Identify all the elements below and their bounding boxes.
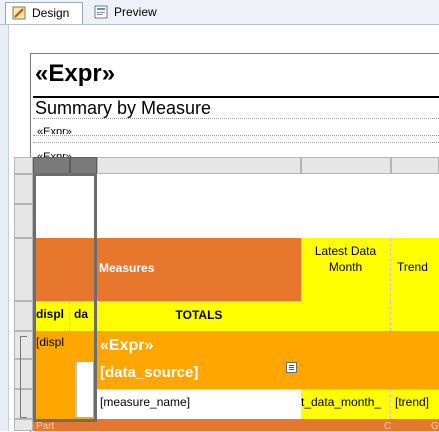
trend-field[interactable]: [trend]: [391, 389, 439, 419]
header-latest-data-month[interactable]: Latest Data Month: [301, 238, 391, 301]
table-empty-area[interactable]: [33, 174, 439, 238]
divider: [33, 142, 439, 143]
row-handle-8[interactable]: [14, 419, 33, 431]
row-handle-3[interactable]: [14, 238, 33, 301]
totals-col2[interactable]: da: [70, 301, 97, 331]
column-handle-1[interactable]: [33, 157, 70, 174]
tab-preview-label: Preview: [114, 5, 157, 19]
column-handle-4[interactable]: [301, 157, 391, 174]
tab-design[interactable]: Design: [5, 2, 83, 24]
group-col1[interactable]: [displ: [33, 331, 70, 419]
group-bracket: [20, 336, 27, 418]
tab-preview[interactable]: Preview: [88, 2, 168, 24]
properties-icon[interactable]: [286, 362, 297, 373]
row-handle-1[interactable]: [14, 174, 33, 204]
table-corner-handle[interactable]: [14, 157, 33, 174]
group-expression[interactable]: «Expr»: [97, 331, 301, 359]
report-title-expression[interactable]: «Expr»: [35, 60, 115, 88]
detail-col2-inner[interactable]: [75, 362, 93, 417]
tab-strip: Design Preview: [0, 0, 439, 25]
header-trend[interactable]: Trend: [391, 238, 439, 301]
design-icon: [12, 6, 26, 20]
report-subtitle[interactable]: Summary by Measure: [35, 98, 211, 118]
header-cell-2[interactable]: [70, 238, 97, 301]
ruler-bar: [0, 25, 9, 431]
measure-name-field[interactable]: [measure_name]: [97, 389, 301, 419]
row-handle-4[interactable]: [14, 301, 33, 331]
header-measures[interactable]: Measures: [97, 238, 301, 301]
footer-cur[interactable]: Cur: [301, 419, 391, 431]
divider: [33, 135, 439, 136]
totals-label[interactable]: TOTALS: [97, 301, 301, 331]
divider: [33, 118, 439, 119]
expression-field-1[interactable]: «Expr»: [37, 125, 72, 134]
group-right-cell[interactable]: [301, 331, 439, 359]
data-month-field[interactable]: t_data_month_: [301, 389, 391, 419]
row-handle-2[interactable]: [14, 204, 33, 238]
column-handle-5[interactable]: [391, 157, 439, 174]
column-handle-2[interactable]: [70, 157, 97, 174]
data-source-field[interactable]: [data_source]: [97, 359, 301, 389]
data-source-right-cell[interactable]: [301, 359, 439, 389]
totals-col1[interactable]: displ: [33, 301, 70, 331]
totals-month-cell[interactable]: [301, 301, 391, 331]
preview-icon: [94, 5, 108, 19]
totals-trend-cell[interactable]: [391, 301, 439, 331]
footer-g[interactable]: G: [391, 419, 439, 431]
header-cell-1[interactable]: [33, 238, 70, 301]
footer-part[interactable]: Part: [33, 419, 301, 431]
column-handle-3[interactable]: [97, 157, 301, 174]
tab-design-label: Design: [32, 6, 70, 20]
